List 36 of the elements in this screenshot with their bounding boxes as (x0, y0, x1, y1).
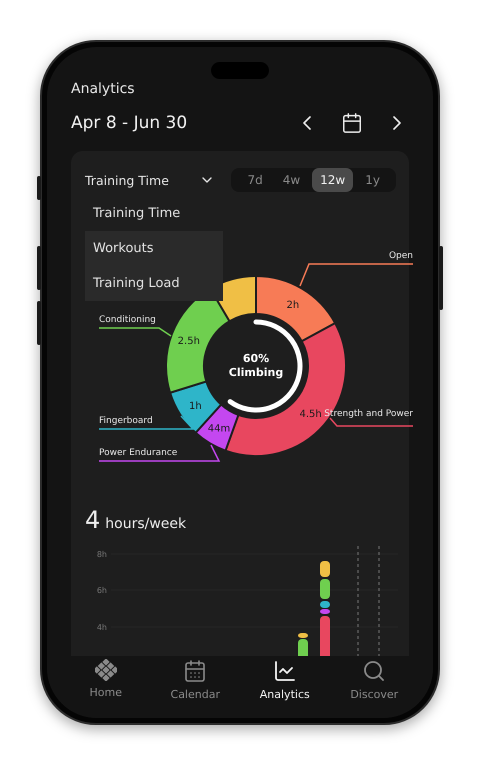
dropdown-option[interactable]: Training Load (85, 266, 223, 301)
weekly-value: 4 (85, 506, 100, 534)
segment-value: 44m (208, 424, 230, 435)
range-tab[interactable]: 4w (274, 168, 308, 192)
calendar-icon (183, 659, 208, 683)
segment-label: Power Endurance (99, 448, 178, 458)
diamond-grid-icon (94, 659, 117, 681)
dropdown-option[interactable]: Workouts (85, 231, 223, 266)
calendar-icon (341, 112, 363, 134)
nav-tab[interactable]: Analytics (244, 658, 325, 710)
search-icon (362, 659, 386, 683)
range-tab[interactable]: 12w (312, 168, 354, 192)
range-tab[interactable]: 1y (357, 168, 388, 192)
segment-value: 2.5h (178, 336, 200, 348)
stacked-bar (298, 633, 308, 656)
segment-label: Open (388, 251, 413, 261)
axis-tick: 6h (96, 586, 107, 595)
segment-label: Conditioning (99, 315, 156, 325)
segment-value: 2h (286, 300, 300, 312)
center-value: 60% (242, 352, 270, 365)
axis-tick: 4h (96, 623, 107, 632)
axis-tick: 8h (96, 550, 107, 559)
page-title: Analytics (71, 81, 136, 97)
nav-tab[interactable]: Discover (334, 658, 414, 710)
segment-value: 4.5h (299, 408, 322, 420)
calendar-button[interactable] (341, 112, 363, 134)
date-range: Apr 8 - Jun 30 (71, 113, 188, 133)
range-tab[interactable]: 7d (239, 168, 271, 192)
segment-value: 1h (188, 400, 202, 412)
nav-tab[interactable]: Home (66, 658, 146, 710)
metric-dropdown[interactable]: Training Time (85, 172, 215, 188)
segment-label: Fingerboard (99, 416, 153, 426)
line-chart-icon (272, 659, 297, 683)
weekly-unit: hours/week (105, 516, 186, 532)
nav-tab[interactable]: Calendar (155, 658, 236, 710)
center-label: Climbing (228, 366, 284, 379)
